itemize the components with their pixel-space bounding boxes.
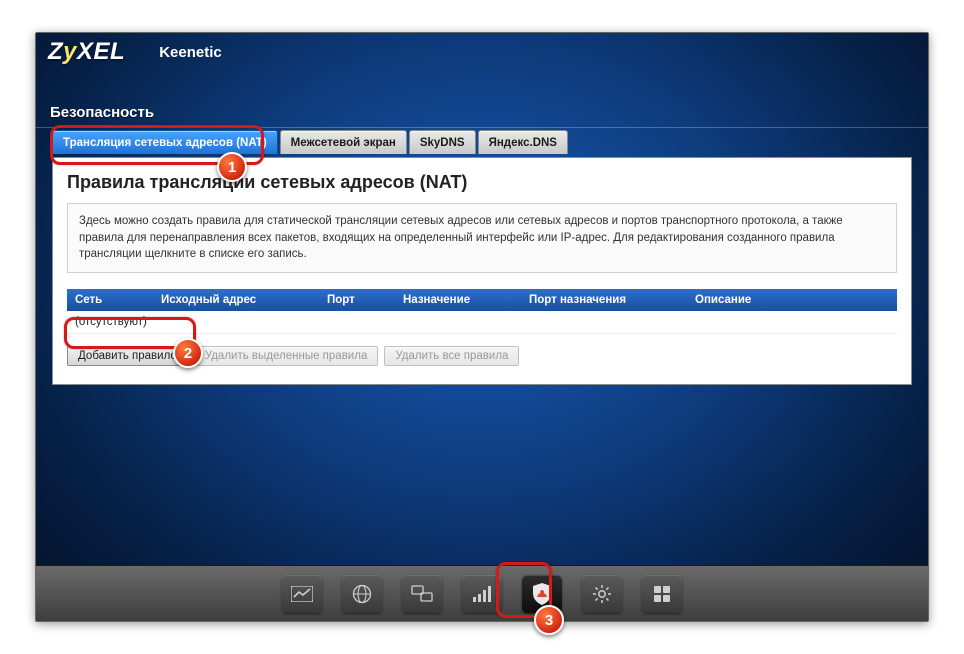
divider xyxy=(36,127,928,128)
delete-selected-button[interactable]: Удалить выделенные правила xyxy=(194,346,379,366)
col-dest-port: Порт назначения xyxy=(521,289,687,311)
empty-cell: (отсутствуют) xyxy=(67,311,897,334)
gear-icon xyxy=(592,584,612,604)
nav-apps[interactable] xyxy=(642,575,682,613)
wifi-icon xyxy=(471,585,493,603)
tab-firewall[interactable]: Межсетевой экран xyxy=(280,130,407,154)
tab-bar: Трансляция сетевых адресов (NAT) Межсете… xyxy=(52,130,568,154)
brand-logo: ZyXEL xyxy=(48,38,125,66)
page-title: Правила трансляции сетевых адресов (NAT) xyxy=(67,172,897,193)
col-dest: Назначение xyxy=(395,289,521,311)
table-row-empty: (отсутствуют) xyxy=(67,311,897,334)
app-window: ZyXEL Keenetic Безопасность Трансляция с… xyxy=(35,32,929,622)
col-desc: Описание xyxy=(687,289,897,311)
col-source-addr: Исходный адрес xyxy=(153,289,319,311)
callout-badge-1: 1 xyxy=(217,152,247,182)
delete-all-button[interactable]: Удалить все правила xyxy=(384,346,519,366)
tab-skydns[interactable]: SkyDNS xyxy=(409,130,476,154)
col-port: Порт xyxy=(319,289,395,311)
nav-wifi[interactable] xyxy=(462,575,502,613)
col-network: Сеть xyxy=(67,289,153,311)
chart-icon xyxy=(291,586,313,602)
callout-badge-3: 3 xyxy=(534,605,564,635)
tab-yandexdns[interactable]: Яндекс.DNS xyxy=(478,130,568,154)
bottom-nav xyxy=(36,565,928,621)
section-title: Безопасность xyxy=(50,104,154,121)
nav-monitor[interactable] xyxy=(282,575,322,613)
globe-icon xyxy=(352,584,372,604)
info-box: Здесь можно создать правила для статичес… xyxy=(67,203,897,273)
device-name: Keenetic xyxy=(159,44,222,61)
add-rule-button[interactable]: Добавить правило xyxy=(67,346,188,366)
shield-icon xyxy=(531,582,553,606)
apps-icon xyxy=(653,585,671,603)
tab-nat[interactable]: Трансляция сетевых адресов (NAT) xyxy=(52,130,278,154)
header: ZyXEL Keenetic xyxy=(36,33,928,71)
nav-network[interactable] xyxy=(402,575,442,613)
nav-settings[interactable] xyxy=(582,575,622,613)
nav-internet[interactable] xyxy=(342,575,382,613)
callout-badge-2: 2 xyxy=(173,338,203,368)
nat-rules-table: Сеть Исходный адрес Порт Назначение Порт… xyxy=(67,289,897,334)
devices-icon xyxy=(411,585,433,603)
